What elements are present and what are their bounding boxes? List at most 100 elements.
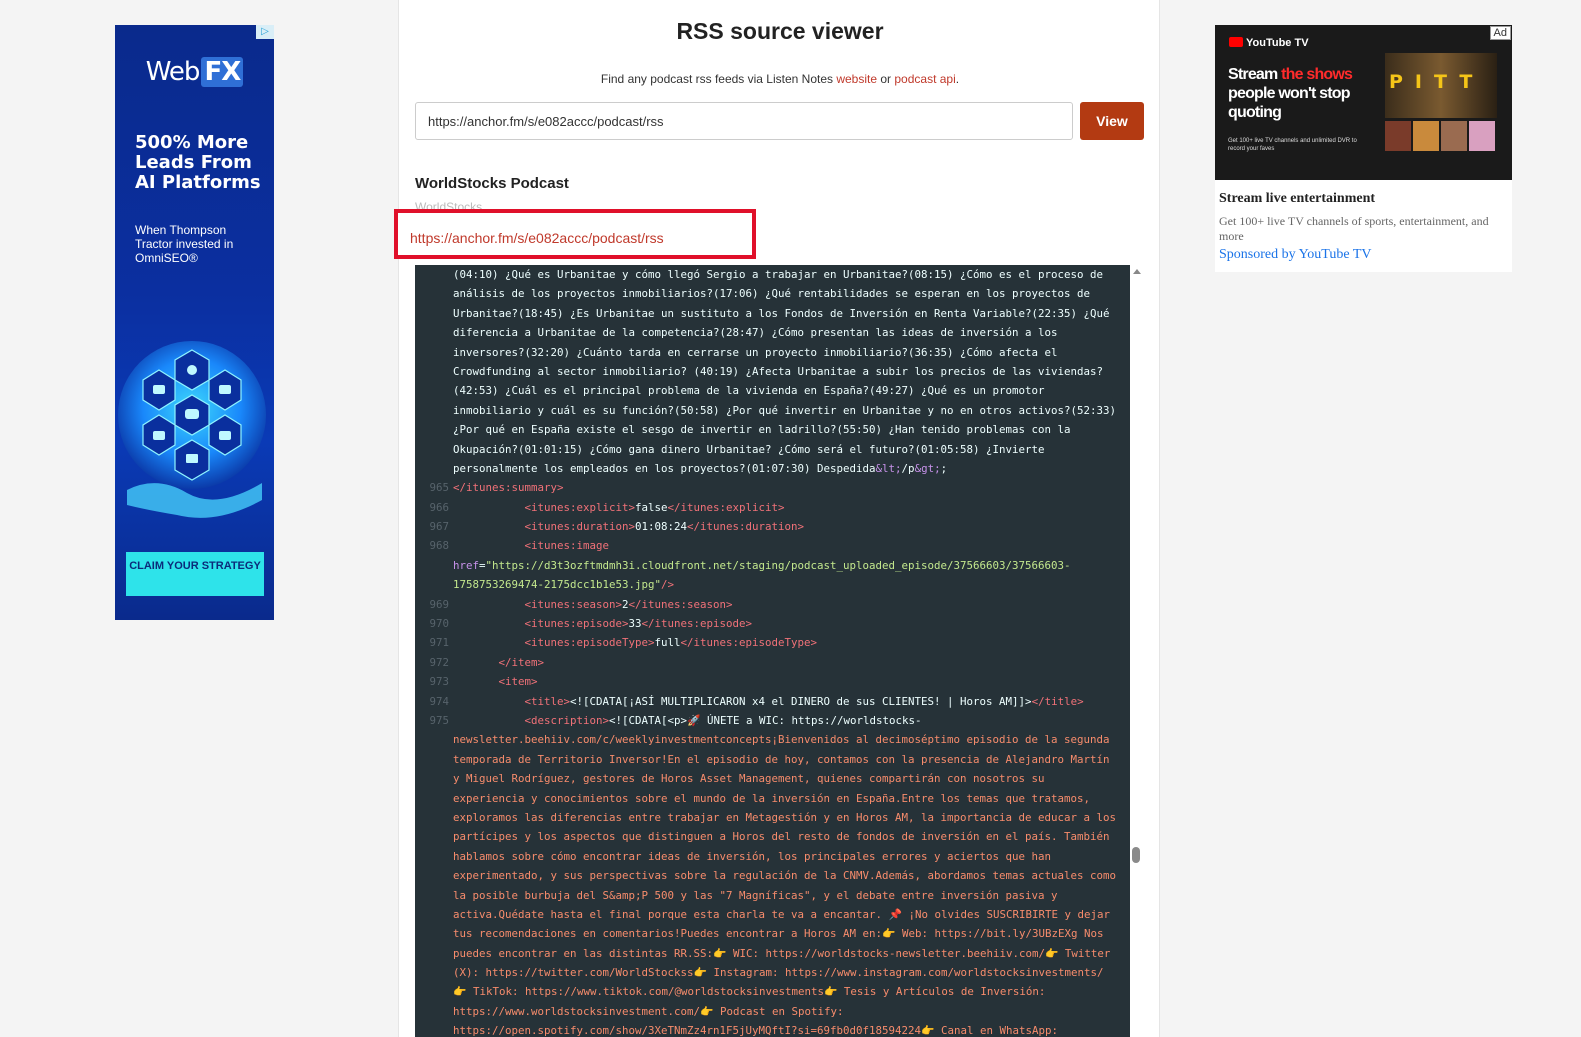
ad-headline-part1: Stream (1228, 66, 1282, 83)
code-text: ¿Por qué en España existe el sesgo de in… (453, 420, 1071, 439)
code-line: 972 </item> (415, 653, 1130, 672)
scroll-up-arrow-icon[interactable] (1133, 269, 1141, 274)
code-line: Okupación?(01:01:15) ¿Cómo gana dinero U… (415, 440, 1130, 459)
code-text: <description><![CDATA[<p>🚀 ÚNETE a WIC: … (453, 711, 922, 730)
code-token: </itunes:explicit> (667, 500, 785, 514)
poster-title: PITT (1389, 71, 1485, 93)
code-text: </item> (453, 653, 545, 672)
code-line: 👉 TikTok: https://www.tiktok.com/@worlds… (415, 982, 1130, 1001)
ad-fine-print: Get 100+ live TV channels and unlimited … (1228, 138, 1357, 152)
page-subtitle: Find any podcast rss feeds via Listen No… (399, 72, 1161, 86)
code-text: tus recomendaciones en comentarios!Puede… (453, 924, 1103, 943)
ad-sponsor-link[interactable]: Sponsored by YouTube TV (1219, 247, 1371, 263)
code-text: personalmente los empleados en los proye… (453, 459, 947, 478)
ad-headline-red: the shows (1281, 66, 1353, 83)
code-token: activa.Quédate hasta el final porque est… (453, 907, 1110, 921)
youtube-play-icon (1229, 37, 1243, 47)
code-text: temporada de Territorio Inversor!En el e… (453, 750, 1110, 769)
code-text: experiencia y conocimientos sobre el mun… (453, 789, 1090, 808)
code-line: tus recomendaciones en comentarios!Puede… (415, 924, 1130, 943)
code-scrollbar[interactable] (1130, 265, 1144, 1037)
claim-strategy-button[interactable]: CLAIM YOUR STRATEGY (126, 552, 264, 596)
code-line: Crowdfunding al sector inmobiliario? (40… (415, 362, 1130, 381)
code-line: y Miguel Rodríguez, gestores de Horos As… (415, 769, 1130, 788)
code-line: 965 </itunes:summary> (415, 478, 1130, 497)
code-token: <itunes:explicit> (524, 500, 636, 514)
right-advertisement[interactable]: Ad YouTube TV Stream the shows people wo… (1215, 25, 1512, 272)
code-line: href="https://d3t3ozftmdmh3i.cloudfront.… (415, 556, 1130, 575)
code-token: Okupación?(01:01:15) ¿Cómo gana dinero U… (453, 442, 1045, 456)
code-token: partícipes y los aspectos que distinguen… (453, 830, 1110, 844)
view-button[interactable]: View (1080, 102, 1144, 140)
rss-source-code-view[interactable]: (04:10) ¿Qué es Urbanitae y cómo llegó S… (415, 265, 1130, 1037)
website-link[interactable]: website (836, 72, 877, 86)
line-number: 970 (429, 617, 449, 631)
code-text: href="https://d3t3ozftmdmh3i.cloudfront.… (453, 556, 1071, 575)
code-token: experiencia y conocimientos sobre el mun… (453, 791, 1091, 805)
ad-banner-headline: Stream the shows people won't stop quoti… (1228, 65, 1358, 122)
code-line: 967 <itunes:duration>01:08:24</itunes:du… (415, 517, 1130, 536)
podcast-api-link[interactable]: podcast api (894, 72, 955, 86)
code-line: hablamos sobre cómo encontrar ideas de i… (415, 847, 1130, 866)
scroll-thumb[interactable] (1132, 847, 1140, 863)
feed-url-link[interactable]: https://anchor.fm/s/e082accc/podcast/rss (410, 230, 664, 246)
ad-badge[interactable]: Ad (1489, 26, 1511, 40)
code-token: full (654, 636, 681, 650)
code-line: temporada de Territorio Inversor!En el e… (415, 750, 1130, 769)
code-line: Urbanitae?(18:45) ¿Es Urbanitae un susti… (415, 304, 1130, 323)
code-token: </itunes:season> (628, 597, 733, 611)
code-text: 👉 TikTok: https://www.tiktok.com/@worlds… (453, 982, 1045, 1001)
code-line: 973 <item> (415, 672, 1130, 691)
code-token: </itunes:episodeType> (680, 636, 818, 650)
left-advertisement[interactable]: ▷ Web FX 500% More Leads From AI Platform… (115, 25, 274, 620)
code-token: <![CDATA[<p>🚀 ÚNETE a WIC: https://world… (609, 713, 922, 727)
code-token: inversores?(32:20) ¿Cuánto tarda en cerr… (453, 345, 1058, 359)
ad-title[interactable]: Stream live entertainment (1219, 191, 1375, 207)
line-number: 975 (429, 713, 449, 727)
code-text: <itunes:image (453, 536, 610, 555)
adchoices-icon[interactable]: ▷ (256, 25, 274, 39)
show-thumbnail (1469, 121, 1495, 151)
rss-url-input[interactable] (415, 102, 1073, 140)
ad-logo-web: Web (145, 57, 201, 87)
code-token: (04:10) ¿Qué es Urbanitae y cómo llegó S… (453, 268, 1104, 281)
line-number: 968 (429, 539, 449, 553)
code-text: (04:10) ¿Qué es Urbanitae y cómo llegó S… (453, 265, 1103, 284)
code-text: experimentado, y sus perspectivas sobre … (453, 866, 1116, 885)
show-thumbnail (1385, 121, 1411, 151)
code-text: puedes encontrar en las distintas RR.SS:… (453, 944, 1110, 963)
code-token: (X): https://twitter.com/WorldStockss👉 I… (453, 966, 1104, 980)
main-panel: RSS source viewer Find any podcast rss f… (394, 0, 1161, 1037)
ad-banner-image[interactable]: Ad YouTube TV Stream the shows people wo… (1215, 25, 1512, 180)
code-token: https://www.worldstocksinvestment.com/👉 … (453, 1004, 844, 1018)
code-line: exploramos las diferencias entre trabaja… (415, 808, 1130, 827)
code-token: Urbanitae?(18:45) ¿Es Urbanitae un susti… (453, 306, 1110, 320)
youtube-tv-label: YouTube TV (1246, 37, 1309, 49)
code-token: puedes encontrar en las distintas RR.SS:… (453, 946, 1111, 960)
code-line: https://www.worldstocksinvestment.com/👉 … (415, 1002, 1130, 1021)
code-text: newsletter.beehiiv.com/c/weeklyinvestmen… (453, 730, 1110, 749)
code-token: 01:08:24 (635, 520, 688, 534)
ad-logo: Web FX (115, 57, 274, 87)
code-line: inmobiliario y cuál es su función?(50:58… (415, 401, 1130, 420)
code-text: https://open.spotify.com/show/3XeTNmZz4r… (453, 1021, 1058, 1037)
code-line: newsletter.beehiiv.com/c/weeklyinvestmen… (415, 730, 1130, 749)
code-text: <title><![CDATA[¡ASÍ MULTIPLICARON x4 el… (453, 692, 1084, 711)
code-text: hablamos sobre cómo encontrar ideas de i… (453, 847, 1051, 866)
ad-subtext: When Thompson Tractor invested in OmniSE… (135, 223, 234, 265)
ad-logo-fx: FX (201, 57, 244, 87)
code-line: (42:53) ¿Cuál es el principal problema d… (415, 381, 1130, 400)
page-title: RSS source viewer (676, 18, 884, 44)
code-token: experimentado, y sus perspectivas sobre … (453, 869, 1117, 883)
subtitle-prefix: Find any podcast rss feeds via Listen No… (600, 72, 837, 86)
code-token: false (635, 500, 668, 514)
code-token: <itunes:season> (524, 597, 623, 611)
code-token: ; (940, 461, 948, 475)
